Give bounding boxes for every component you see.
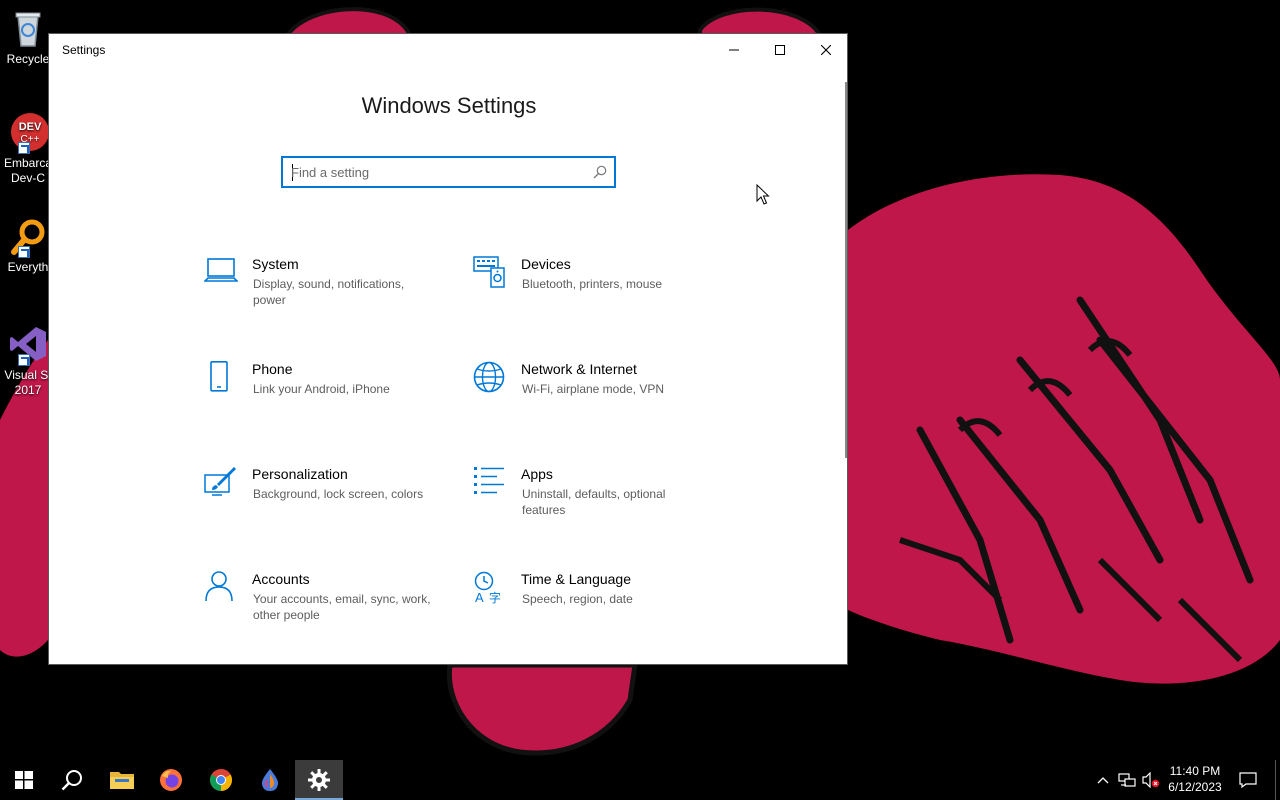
visual-studio-icon	[8, 324, 48, 366]
taskbar-settings[interactable]	[295, 760, 343, 800]
taskbar-paint-app[interactable]	[246, 760, 294, 800]
search-input[interactable]	[291, 163, 581, 181]
tile-system[interactable]: System Display, sound, notifications, po…	[204, 256, 444, 326]
paintbrush-icon	[204, 467, 236, 496]
tile-title: System	[252, 256, 299, 272]
network-status-button[interactable]	[1117, 770, 1137, 790]
search-icon	[593, 165, 607, 179]
apps-list-icon	[474, 467, 504, 494]
tile-title: Devices	[521, 256, 571, 272]
tile-title: Phone	[252, 361, 293, 377]
phone-icon	[210, 361, 228, 392]
tile-title: Accounts	[252, 571, 310, 587]
minimize-icon	[729, 49, 739, 51]
minimize-button[interactable]	[711, 34, 757, 66]
search-icon	[61, 770, 82, 791]
volume-button[interactable]	[1141, 770, 1161, 790]
tile-description: Wi-Fi, airplane mode, VPN	[522, 382, 665, 396]
tile-phone[interactable]: Phone Link your Android, iPhone	[204, 361, 444, 431]
tile-description: Your accounts, email, sync, work, other …	[253, 592, 431, 622]
speaker-muted-icon	[1142, 772, 1160, 788]
network-wired-icon	[1118, 773, 1136, 787]
tile-description: Display, sound, notifications, power	[253, 277, 405, 307]
window-title: Settings	[62, 43, 106, 57]
scrollbar[interactable]	[845, 82, 847, 458]
tile-time-language[interactable]: A 字 Time & Language Speech, region, date	[473, 571, 713, 641]
tile-apps[interactable]: Apps Uninstall, defaults, optional featu…	[473, 466, 713, 536]
tile-accounts[interactable]: Accounts Your accounts, email, sync, wor…	[204, 571, 444, 641]
taskbar-clock[interactable]: 11:40 PM 6/12/2023	[1160, 763, 1230, 795]
maximize-button[interactable]	[757, 34, 803, 66]
notification-icon	[1239, 772, 1257, 788]
close-button[interactable]	[803, 34, 847, 66]
tile-network-internet[interactable]: Network & Internet Wi-Fi, airplane mode,…	[473, 361, 713, 431]
tile-description: Speech, region, date	[522, 592, 633, 606]
action-center-button[interactable]	[1238, 770, 1258, 790]
chrome-icon	[210, 769, 232, 791]
taskbar-chrome[interactable]	[197, 760, 245, 800]
shortcut-arrow-icon	[18, 142, 30, 154]
taskbar-firefox[interactable]	[147, 760, 195, 800]
tile-description: Bluetooth, printers, mouse	[522, 277, 663, 291]
droplet-app-icon	[261, 769, 279, 791]
windows-start-icon	[15, 771, 33, 789]
globe-icon	[473, 361, 505, 393]
svg-text:A: A	[475, 590, 484, 605]
gear-icon	[308, 769, 330, 791]
show-desktop-button[interactable]	[1275, 760, 1276, 800]
tile-description: Link your Android, iPhone	[253, 382, 390, 396]
tile-title: Apps	[521, 466, 553, 482]
tile-description: Background, lock screen, colors	[253, 487, 424, 501]
tile-title: Personalization	[252, 466, 348, 482]
tile-title: Network & Internet	[521, 361, 637, 377]
tile-personalization[interactable]: Personalization Background, lock screen,…	[204, 466, 444, 536]
svg-text:字: 字	[489, 590, 501, 605]
taskbar: 11:40 PM 6/12/2023	[0, 760, 1280, 800]
person-icon	[205, 571, 233, 602]
time-language-icon: A 字	[474, 571, 501, 605]
tile-devices[interactable]: Devices Bluetooth, printers, mouse	[473, 256, 713, 326]
tile-description: Uninstall, defaults, optional features	[522, 487, 666, 517]
taskbar-search-button[interactable]	[48, 760, 96, 800]
show-hidden-icons-button[interactable]	[1095, 770, 1111, 790]
firefox-icon	[160, 769, 182, 791]
mouse-cursor-icon	[756, 184, 770, 205]
chevron-up-icon	[1097, 777, 1109, 784]
folder-icon	[110, 772, 134, 789]
title-bar[interactable]: Settings	[49, 34, 847, 66]
settings-window: Settings Windows Settings System Display…	[48, 33, 848, 665]
shortcut-arrow-icon	[18, 354, 30, 366]
tile-title: Time & Language	[521, 571, 631, 587]
recycle-bin-icon	[8, 8, 48, 48]
dev-cpp-icon: DEV C++	[8, 112, 49, 154]
laptop-icon	[204, 258, 238, 282]
page-title: Windows Settings	[361, 93, 537, 118]
clock-date: 6/12/2023	[1168, 780, 1222, 794]
search-box[interactable]	[281, 156, 616, 188]
maximize-icon	[775, 45, 785, 55]
close-icon	[821, 45, 831, 55]
svg-text:DEV: DEV	[19, 121, 42, 133]
clock-time: 11:40 PM	[1169, 764, 1221, 778]
shortcut-arrow-icon	[18, 246, 30, 258]
devices-keyboard-icon	[473, 256, 505, 288]
everything-search-icon	[8, 216, 48, 258]
start-button[interactable]	[0, 760, 48, 800]
taskbar-file-explorer[interactable]	[98, 760, 146, 800]
